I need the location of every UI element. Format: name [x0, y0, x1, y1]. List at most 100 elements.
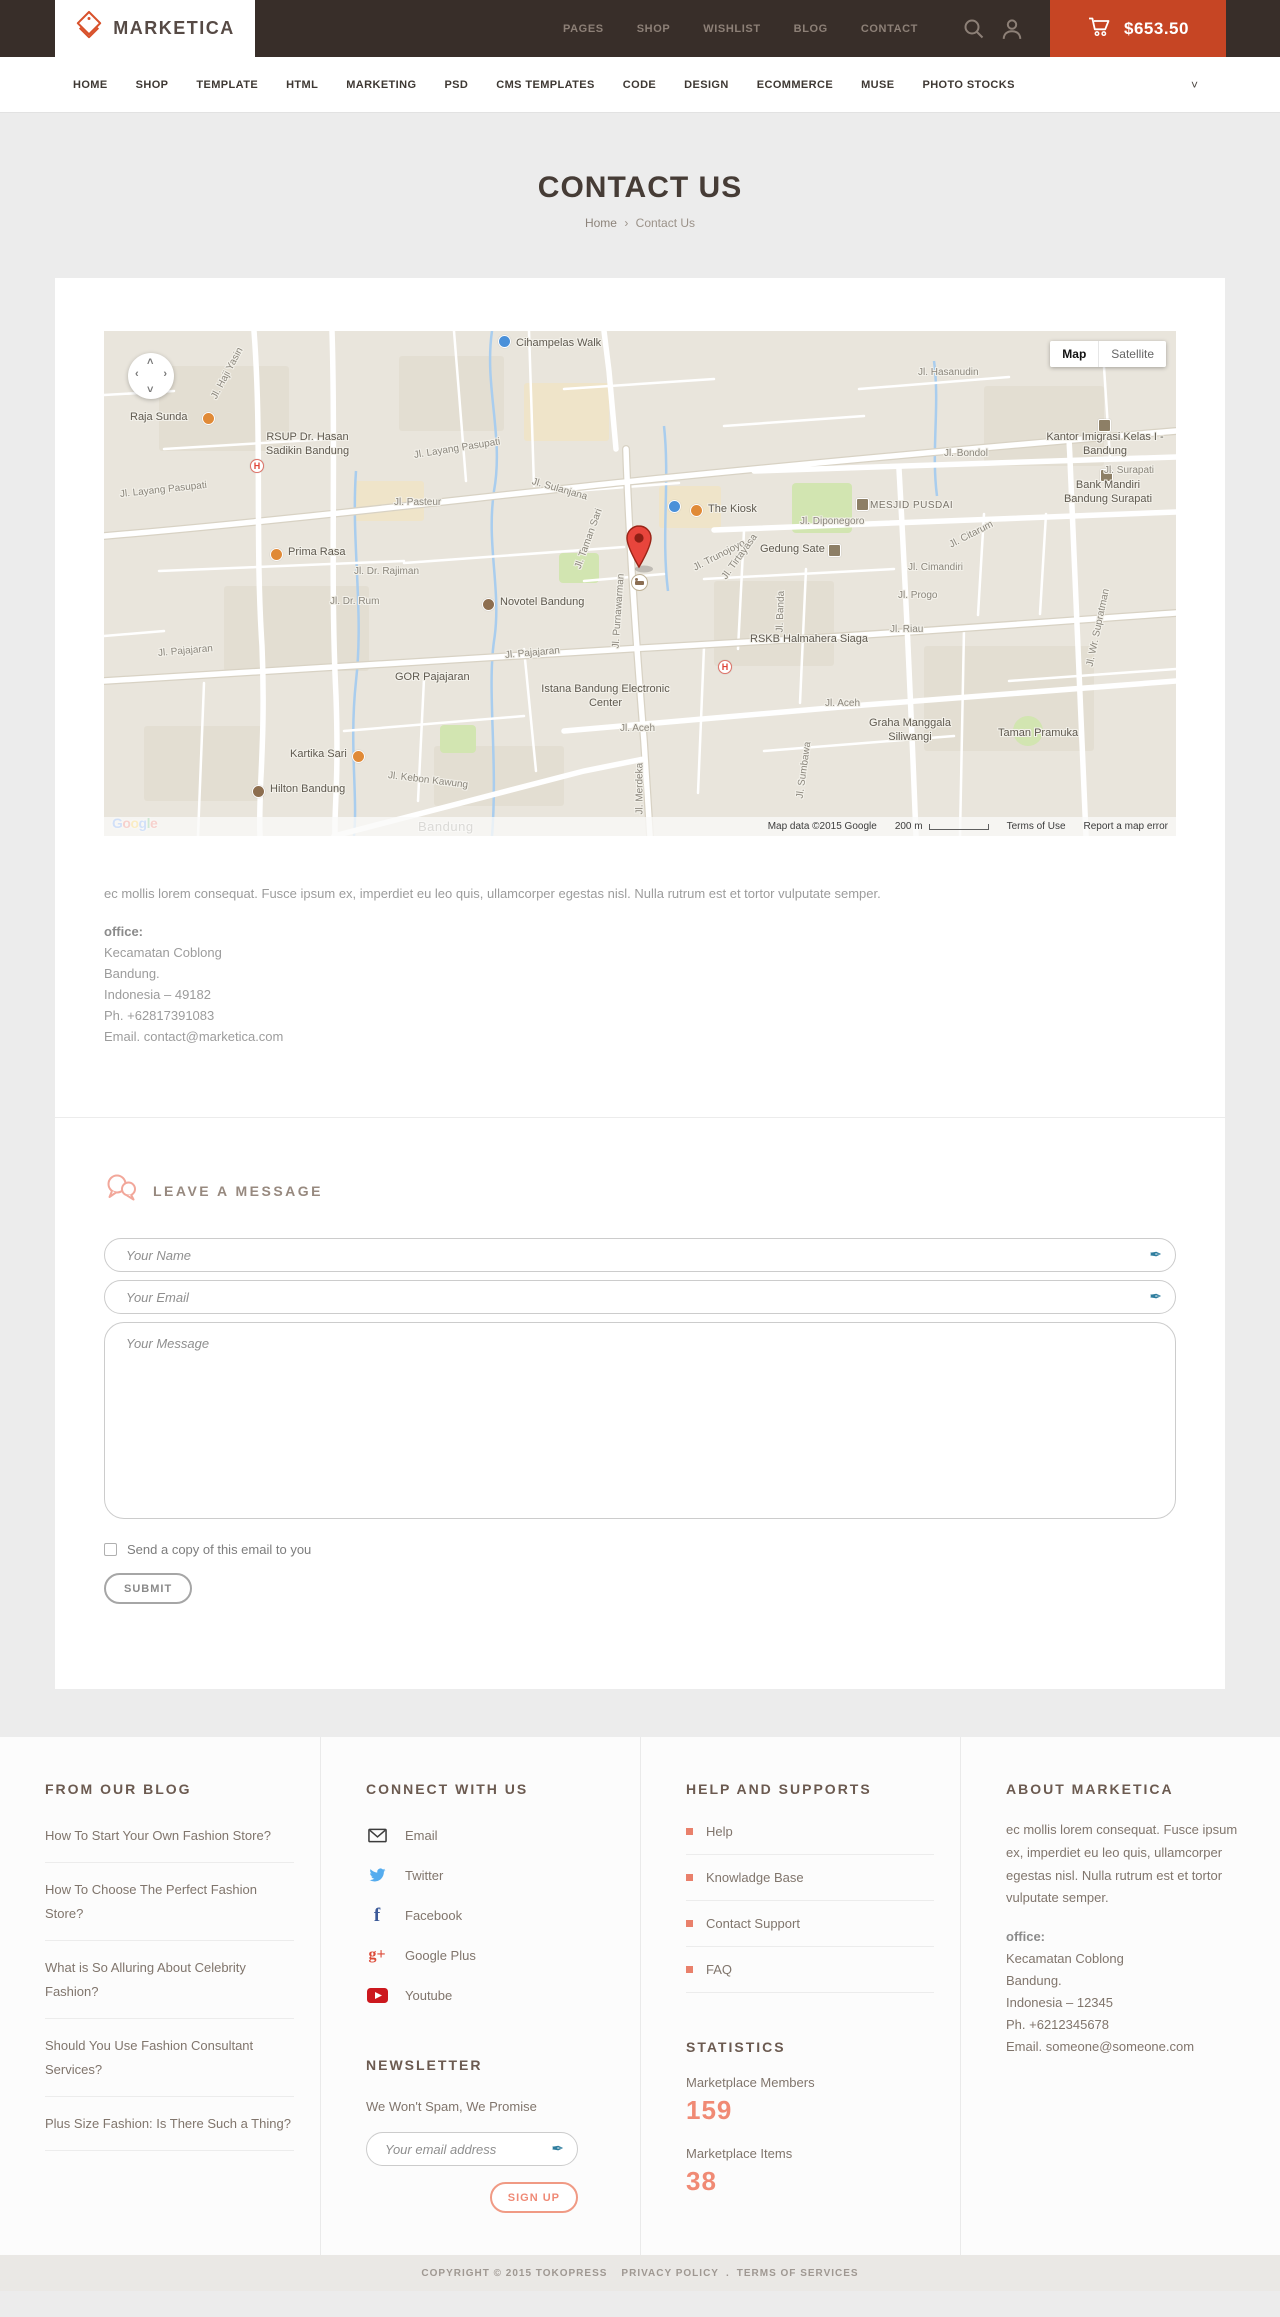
breadcrumb-separator: › [624, 216, 629, 230]
map-label: Cihampelas Walk [516, 337, 602, 349]
menu-item-ecommerce[interactable]: ECOMMERCE [757, 79, 833, 91]
social-link-youtube[interactable]: Youtube [366, 1975, 614, 2015]
user-account-icon[interactable] [1000, 17, 1024, 41]
social-link-facebook[interactable]: f Facebook [366, 1895, 614, 1935]
map-label: Jl. Surapati [1104, 465, 1155, 476]
submit-button[interactable]: SUBMIT [104, 1573, 193, 1604]
menu-item-html[interactable]: HTML [286, 79, 318, 91]
menu-item-cms-templates[interactable]: CMS TEMPLATES [496, 79, 595, 91]
menu-item-psd[interactable]: PSD [444, 79, 468, 91]
privacy-policy-link[interactable]: PRIVACY POLICY [621, 2268, 719, 2279]
office-line: Ph. +6212345678 [1006, 2017, 1110, 2033]
office-line: Email. someone@someone.com [1006, 2039, 1195, 2055]
map-label: Bank Mandiri Bandung Surapati [1063, 479, 1153, 505]
office-line: Kecamatan Coblong [104, 945, 222, 960]
pan-down-arrow[interactable]: ˅ [147, 384, 153, 396]
menu-item-home[interactable]: HOME [73, 79, 108, 91]
cart-total: $653.50 [1124, 18, 1189, 38]
leave-message-section: LEAVE A MESSAGE ✒ ✒ Send a copy of this … [104, 1118, 1176, 1689]
help-link[interactable]: FAQ [686, 1947, 934, 1993]
price-tag-icon [75, 10, 103, 47]
signup-button[interactable]: SIGN UP [489, 2182, 578, 2213]
restaurant-icon [690, 504, 703, 517]
facebook-icon: f [373, 1904, 381, 1926]
social-link-email[interactable]: Email [366, 1815, 614, 1855]
header-nav-contact[interactable]: CONTACT [861, 23, 918, 35]
hotel-icon [252, 785, 265, 798]
menu-item-photo-stocks[interactable]: PHOTO STOCKS [922, 79, 1014, 91]
map-label: Prima Rasa [288, 546, 346, 558]
search-icon[interactable] [962, 17, 986, 41]
header-nav-wishlist[interactable]: WISHLIST [703, 23, 760, 35]
twitter-icon [366, 1866, 388, 1884]
map-label: Jl. Banda [774, 590, 787, 633]
map-label: Jl. Progo [898, 590, 938, 601]
blog-link[interactable]: Should You Use Fashion Consultant Servic… [45, 2019, 294, 2098]
social-link-gplus[interactable]: g+ Google Plus [366, 1935, 614, 1975]
header-nav-shop[interactable]: SHOP [637, 23, 671, 35]
contact-intro-text: ec mollis lorem consequat. Fusce ipsum e… [104, 886, 881, 901]
square-bullet-icon [686, 1828, 693, 1835]
map-label: Jl. Dr. Rajiman [354, 566, 420, 577]
shopping-icon [668, 500, 681, 513]
stat-value: 159 [686, 2095, 733, 2125]
message-textarea[interactable] [104, 1322, 1176, 1519]
breadcrumb-home[interactable]: Home [585, 216, 617, 230]
blog-link[interactable]: What is So Alluring About Celebrity Fash… [45, 1941, 294, 2020]
help-link[interactable]: Help [686, 1809, 934, 1855]
menu-item-template[interactable]: TEMPLATE [196, 79, 258, 91]
header-nav-blog[interactable]: BLOG [794, 23, 828, 35]
map-label: Jl. Aceh [620, 723, 656, 734]
map-terms-link[interactable]: Terms of Use [1007, 821, 1066, 832]
header-nav-pages[interactable]: PAGES [563, 23, 604, 35]
map-label: Jl. Diponegoro [800, 516, 865, 527]
menu-item-marketing[interactable]: MARKETING [346, 79, 416, 91]
footer: FROM OUR BLOG How To Start Your Own Fash… [0, 1737, 1280, 2255]
pan-left-arrow[interactable]: ‹ [135, 368, 139, 380]
menu-item-design[interactable]: DESIGN [684, 79, 729, 91]
pan-up-arrow[interactable]: ˄ [147, 356, 153, 368]
chevron-down-icon[interactable]: ˅ [1191, 78, 1198, 92]
social-link-twitter[interactable]: Twitter [366, 1855, 614, 1895]
map-label: Jl. Riau [890, 624, 924, 635]
footer-blog-column: FROM OUR BLOG How To Start Your Own Fash… [0, 1737, 320, 2255]
map-attribution: Map data ©2015 Google [767, 821, 877, 832]
help-link[interactable]: Knowladge Base [686, 1855, 934, 1901]
envelope-icon [366, 1826, 388, 1844]
map-label: Jl. Bondol [944, 448, 988, 459]
map-pan-control[interactable]: ˄ ˅ ‹ › [128, 353, 174, 399]
map-label: Graha Manggala Siliwangi [869, 717, 951, 743]
menu-item-shop[interactable]: SHOP [136, 79, 169, 91]
name-input[interactable] [104, 1238, 1176, 1272]
help-link[interactable]: Contact Support [686, 1901, 934, 1947]
form-heading: LEAVE A MESSAGE [153, 1182, 324, 1199]
menu-item-code[interactable]: CODE [623, 79, 656, 91]
send-copy-checkbox[interactable] [104, 1543, 117, 1556]
terms-link[interactable]: TERMS OF SERVICES [737, 2268, 859, 2279]
about-text: ec mollis lorem consequat. Fusce ipsum e… [1006, 1822, 1238, 1906]
map-label: Kantor Imigrasi Kelas I - Bandung [1046, 431, 1164, 457]
copyright-text: COPYRIGHT © 2015 TOKOPRESS [421, 2267, 608, 2279]
hospital-icon: H [250, 459, 264, 473]
blog-link[interactable]: Plus Size Fashion: Is There Such a Thing… [45, 2097, 294, 2152]
office-label: office: [1006, 1929, 1045, 1944]
stat-label: Marketplace Items [686, 2146, 793, 2161]
map-type-satellite-button[interactable]: Satellite [1098, 341, 1166, 367]
map-type-map-button[interactable]: Map [1050, 341, 1099, 367]
blog-link[interactable]: How To Choose The Perfect Fashion Store? [45, 1863, 294, 1942]
google-map[interactable]: H H Cihampelas Walk Jl. Hasanudin Raja S… [104, 331, 1176, 836]
email-input[interactable] [104, 1280, 1176, 1314]
pan-right-arrow[interactable]: › [163, 368, 167, 380]
stat-label: Marketplace Members [686, 2075, 815, 2090]
map-label: Gedung Sate [760, 543, 825, 555]
chat-bubbles-icon [104, 1173, 138, 1208]
map-scale-bar [928, 823, 989, 830]
map-marker-pin[interactable] [623, 525, 655, 578]
office-line: Bandung. [104, 966, 160, 981]
map-report-link[interactable]: Report a map error [1084, 821, 1168, 832]
blog-link[interactable]: How To Start Your Own Fashion Store? [45, 1809, 294, 1864]
cart-button[interactable]: $653.50 [1050, 0, 1226, 57]
menu-item-muse[interactable]: MUSE [861, 79, 894, 91]
brand-logo[interactable]: MARKETICA [55, 0, 255, 57]
newsletter-email-input[interactable] [366, 2132, 578, 2166]
